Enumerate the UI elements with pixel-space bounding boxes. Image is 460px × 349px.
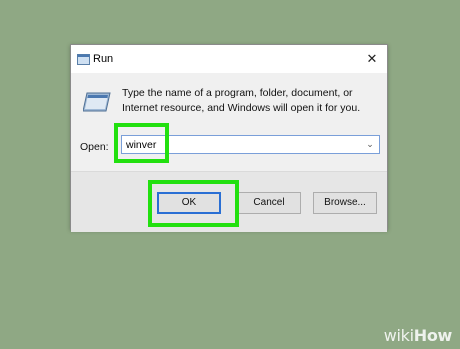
chevron-down-icon[interactable]: ⌄	[363, 136, 377, 153]
button-bar: OK Cancel Browse...	[71, 171, 387, 232]
open-combobox[interactable]: ⌄	[121, 135, 380, 154]
watermark-wiki: wiki	[383, 326, 414, 345]
run-dialog: Run ✕ Type the name of a program, folder…	[70, 44, 388, 232]
cancel-button[interactable]: Cancel	[237, 192, 301, 214]
title-bar[interactable]: Run ✕	[71, 45, 387, 73]
ok-button[interactable]: OK	[157, 192, 221, 214]
instructions-text: Type the name of a program, folder, docu…	[122, 87, 361, 114]
window-title: Run	[93, 53, 114, 65]
watermark-how: How	[413, 326, 453, 345]
run-icon	[77, 54, 90, 65]
close-icon: ✕	[366, 51, 378, 66]
open-label: Open:	[80, 141, 109, 153]
open-input[interactable]	[122, 136, 360, 153]
wikihow-watermark: wikiHow	[383, 326, 453, 345]
dialog-body: Type the name of a program, folder, docu…	[71, 73, 387, 232]
browse-button[interactable]: Browse...	[313, 192, 377, 214]
run-app-icon	[83, 92, 111, 112]
close-button[interactable]: ✕	[361, 49, 383, 69]
